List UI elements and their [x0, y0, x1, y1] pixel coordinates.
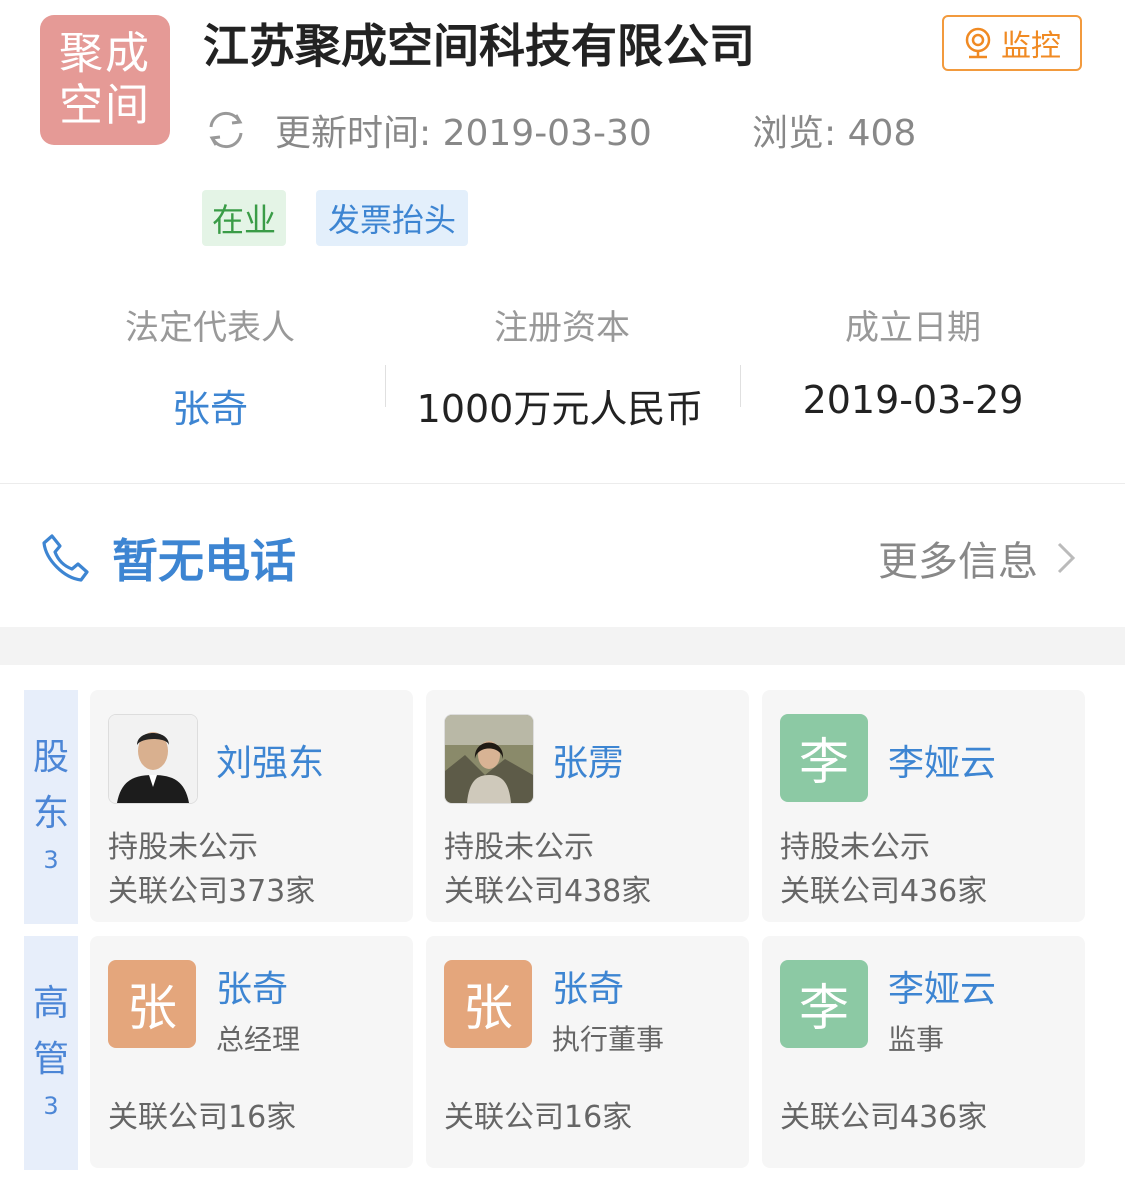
executive-name[interactable]: 李娅云: [888, 960, 996, 1012]
executive-role: 监事: [888, 1023, 945, 1056]
related-companies: 关联公司16家: [444, 1100, 633, 1135]
avatar-photo: [108, 714, 198, 804]
divider: [0, 483, 1125, 484]
company-name: 江苏聚成空间科技有限公司: [203, 19, 755, 73]
person-photo-icon: [109, 715, 197, 803]
holding-status: 持股未公示: [780, 830, 930, 865]
avatar: 李: [780, 714, 868, 802]
executive-card[interactable]: 张 张奇 执行董事 关联公司16家: [426, 936, 749, 1168]
registered-capital-value: 1000万元人民币: [416, 387, 704, 431]
refresh-icon: [209, 111, 243, 149]
related-companies: 关联公司373家: [108, 874, 316, 909]
shareholder-name[interactable]: 张雳: [552, 734, 624, 786]
logo-text-line1: 聚成: [59, 28, 151, 79]
phone-text: 暂无电话: [112, 534, 296, 588]
shareholders-label-char: 东: [32, 793, 69, 834]
related-companies: 关联公司436家: [780, 874, 988, 909]
shareholders-count: 3: [43, 846, 59, 874]
section-separator: [0, 627, 1125, 665]
person-photo-icon: [445, 715, 533, 803]
webcam-icon: [965, 27, 991, 59]
legal-rep-value[interactable]: 张奇: [30, 378, 390, 433]
shareholders-section-label[interactable]: 股 东 3: [24, 690, 78, 924]
avatar-photo: [444, 714, 534, 804]
executive-role: 总经理: [216, 1023, 301, 1056]
legal-rep-label: 法定代表人: [125, 308, 295, 348]
phone-icon: [42, 534, 89, 582]
shareholder-name[interactable]: 刘强东: [216, 734, 324, 786]
shareholder-card[interactable]: 张雳 持股未公示 关联公司438家: [426, 690, 749, 922]
logo-text-line2: 空间: [59, 80, 151, 131]
invoice-title-tag[interactable]: 发票抬头: [316, 190, 468, 246]
executive-card[interactable]: 李 李娅云 监事 关联公司436家: [762, 936, 1085, 1168]
status-badge: 在业: [202, 190, 286, 246]
executives-label-char: 高: [32, 983, 69, 1024]
executive-name[interactable]: 张奇: [216, 960, 288, 1012]
update-time-row: 更新时间: 2019-03-30: [203, 105, 652, 155]
shareholder-card[interactable]: 刘强东 持股未公示 关联公司373家: [90, 690, 413, 922]
avatar: 李: [780, 960, 868, 1048]
company-logo: 聚成 空间: [40, 15, 170, 145]
executives-label-char: 管: [32, 1039, 69, 1080]
divider: [740, 365, 741, 407]
more-info-label: 更多信息: [878, 539, 1038, 585]
shareholder-name[interactable]: 李娅云: [888, 734, 996, 786]
monitor-label: 监控: [1001, 29, 1061, 64]
shareholders-label-char: 股: [32, 737, 69, 778]
founded-date-label: 成立日期: [845, 308, 981, 348]
chevron-right-icon: [1057, 542, 1076, 574]
executives-section-label[interactable]: 高 管 3: [24, 936, 78, 1170]
founded-date-value: 2019-03-29: [802, 378, 1024, 422]
registered-capital-label: 注册资本: [494, 308, 630, 348]
related-companies: 关联公司436家: [780, 1100, 988, 1135]
executive-card[interactable]: 张 张奇 总经理 关联公司16家: [90, 936, 413, 1168]
executive-name[interactable]: 张奇: [552, 960, 624, 1012]
monitor-button[interactable]: 监控: [942, 15, 1082, 71]
shareholder-card[interactable]: 李 李娅云 持股未公示 关联公司436家: [762, 690, 1085, 922]
holding-status: 持股未公示: [444, 830, 594, 865]
avatar: 张: [444, 960, 532, 1048]
phone-row[interactable]: 暂无电话: [40, 520, 296, 596]
more-info-link[interactable]: 更多信息: [878, 530, 1076, 586]
holding-status: 持股未公示: [108, 830, 258, 865]
update-time: 更新时间: 2019-03-30: [275, 113, 652, 154]
view-count: 浏览: 408: [752, 113, 917, 154]
avatar: 张: [108, 960, 196, 1048]
related-companies: 关联公司438家: [444, 874, 652, 909]
executive-role: 执行董事: [552, 1023, 665, 1056]
related-companies: 关联公司16家: [108, 1100, 297, 1135]
divider: [385, 365, 386, 407]
executives-count: 3: [43, 1092, 59, 1120]
